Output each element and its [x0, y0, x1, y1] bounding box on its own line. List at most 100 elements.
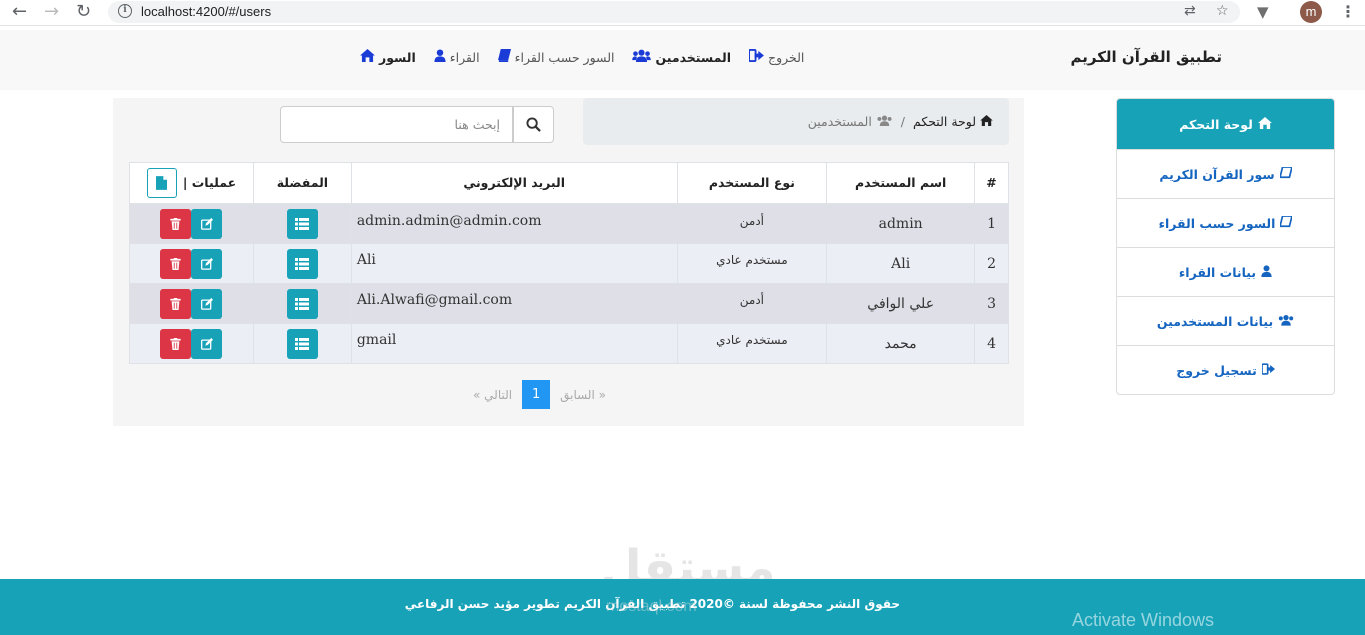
nav-link-surahs[interactable]: السور — [360, 49, 416, 66]
kebab-menu-icon[interactable]: ⋮ — [1340, 2, 1356, 21]
favorites-list-button[interactable] — [286, 328, 318, 359]
user-icon — [1261, 264, 1272, 280]
edit-button[interactable] — [191, 328, 223, 359]
reload-icon[interactable]: ↻ — [76, 2, 91, 22]
cell-email: Ali.Alwafi@gmail.com — [350, 283, 678, 324]
nav-link-users[interactable]: المستخدمين — [632, 49, 731, 66]
activate-windows-notice: Activate Windows — [1072, 610, 1215, 630]
file-icon — [156, 175, 168, 190]
favorites-list-button[interactable] — [286, 208, 318, 239]
trash-icon — [170, 297, 182, 310]
table-row: 2 Ali مستخدم عادي Ali — [129, 243, 1009, 284]
cell-operations — [129, 323, 254, 364]
delete-button[interactable] — [160, 248, 192, 279]
favorites-list-button[interactable] — [286, 248, 318, 279]
cell-user-type: مستخدم عادي — [676, 323, 828, 364]
info-icon[interactable]: i — [118, 4, 132, 18]
sign-out-icon — [1261, 362, 1275, 378]
delete-button[interactable] — [160, 208, 192, 239]
sidebar-item-quran-surahs[interactable]: سور القرآن الكريم — [1117, 149, 1334, 198]
col-index: # — [974, 162, 1009, 205]
book-icon — [1278, 165, 1293, 182]
list-icon — [295, 297, 310, 310]
extension-icon[interactable]: ▼ — [1257, 3, 1269, 21]
pagination-page-current[interactable]: 1 — [522, 380, 551, 409]
col-email: البريد الإلكتروني — [350, 162, 678, 205]
col-operations: عمليات | — [129, 162, 254, 205]
col-user-type: نوع المستخدم — [676, 162, 828, 205]
nav-link-label: السور حسب القراء — [514, 50, 615, 65]
cell-email: Ali — [350, 243, 678, 284]
profile-avatar[interactable]: m — [1300, 1, 1322, 23]
breadcrumb-home-label: لوحة التحكم — [913, 114, 977, 129]
translate-icon[interactable]: ⇄ — [1184, 3, 1196, 19]
search-input[interactable] — [280, 106, 513, 143]
sidebar-item-label: بيانات المستخدمين — [1156, 313, 1274, 329]
brand-title[interactable]: تطبيق القرآن الكريم — [1040, 48, 1222, 66]
edit-button[interactable] — [191, 288, 223, 319]
cell-operations — [129, 243, 254, 284]
users-icon — [1278, 314, 1294, 329]
home-icon — [980, 115, 993, 126]
nav-link-surahs-by-reader[interactable]: السور حسب القراء — [497, 49, 615, 66]
pagination-prev[interactable]: « السابق — [560, 388, 606, 402]
list-icon — [295, 217, 310, 230]
sidebar: لوحة التحكم سور القرآن الكريم السور حسب … — [1116, 98, 1335, 395]
nav-link-readers[interactable]: القراء — [434, 49, 480, 66]
address-bar[interactable]: i localhost:4200/#/users ⇄ ☆ — [108, 1, 1240, 23]
cell-username: Ali — [826, 243, 976, 284]
nav-link-logout[interactable]: الخروج — [748, 49, 804, 66]
cell-favorites — [252, 323, 352, 364]
cell-user-type: أدمن — [676, 283, 828, 324]
favorites-list-button[interactable] — [286, 288, 318, 319]
sidebar-item-readers-data[interactable]: بيانات القراء — [1117, 247, 1334, 296]
delete-button[interactable] — [160, 288, 192, 319]
list-icon — [295, 337, 310, 350]
user-icon — [434, 49, 446, 66]
search-button[interactable] — [513, 106, 554, 143]
home-icon — [360, 49, 375, 66]
cell-email: admin.admin@admin.com — [350, 203, 678, 244]
sidebar-header[interactable]: لوحة التحكم — [1117, 99, 1334, 149]
table-row: 4 محمد مستخدم عادي gmail — [129, 323, 1009, 364]
forward-arrow-icon[interactable]: → — [44, 2, 59, 22]
nav-link-label: القراء — [449, 50, 480, 65]
top-navbar: تطبيق القرآن الكريم السور القراء السور ح… — [0, 30, 1365, 90]
breadcrumb-home[interactable]: لوحة التحكم — [913, 114, 993, 129]
sidebar-item-users-data[interactable]: بيانات المستخدمين — [1117, 296, 1334, 345]
cell-email: gmail — [350, 323, 678, 364]
cell-user-type: أدمن — [676, 203, 828, 244]
url-text[interactable]: localhost:4200/#/users — [141, 4, 271, 19]
edit-icon — [201, 257, 213, 270]
trash-icon — [170, 217, 182, 230]
table-row: 1 admin أدمن admin.admin@admin.com — [129, 203, 1009, 244]
cell-index: 1 — [974, 203, 1009, 244]
delete-button[interactable] — [160, 328, 192, 359]
table-row: 3 علي الوافي أدمن Ali.Alwafi@gmail.com — [129, 283, 1009, 324]
sidebar-item-label: بيانات القراء — [1178, 264, 1257, 280]
cell-username: admin — [826, 203, 976, 244]
users-icon — [632, 49, 652, 66]
sidebar-item-logout[interactable]: تسجيل خروج — [1117, 345, 1334, 394]
bookmark-star-icon[interactable]: ☆ — [1216, 3, 1229, 19]
edit-button[interactable] — [191, 208, 223, 239]
list-icon — [295, 257, 310, 270]
cell-operations — [129, 283, 254, 324]
pagination: « السابق 1 التالي » — [473, 380, 606, 409]
back-arrow-icon[interactable]: ← — [12, 2, 27, 22]
operations-label: عمليات | — [182, 175, 237, 191]
pagination-next[interactable]: التالي » — [473, 388, 512, 402]
nav-link-label: المستخدمين — [655, 50, 731, 65]
trash-icon — [170, 337, 182, 350]
cell-username: علي الوافي — [826, 283, 976, 324]
sidebar-item-surahs-by-reader[interactable]: السور حسب القراء — [1117, 198, 1334, 247]
sidebar-header-label: لوحة التحكم — [1179, 116, 1253, 132]
add-file-button[interactable] — [146, 167, 177, 198]
browser-toolbar: ← → ↻ i localhost:4200/#/users ⇄ ☆ ▼ m ⋮ — [0, 0, 1365, 26]
watermark-url: mostaql.com — [606, 598, 697, 615]
edit-icon — [201, 297, 213, 310]
edit-button[interactable] — [191, 248, 223, 279]
cell-index: 4 — [974, 323, 1009, 364]
book-icon — [497, 49, 511, 66]
home-icon — [1257, 116, 1272, 132]
